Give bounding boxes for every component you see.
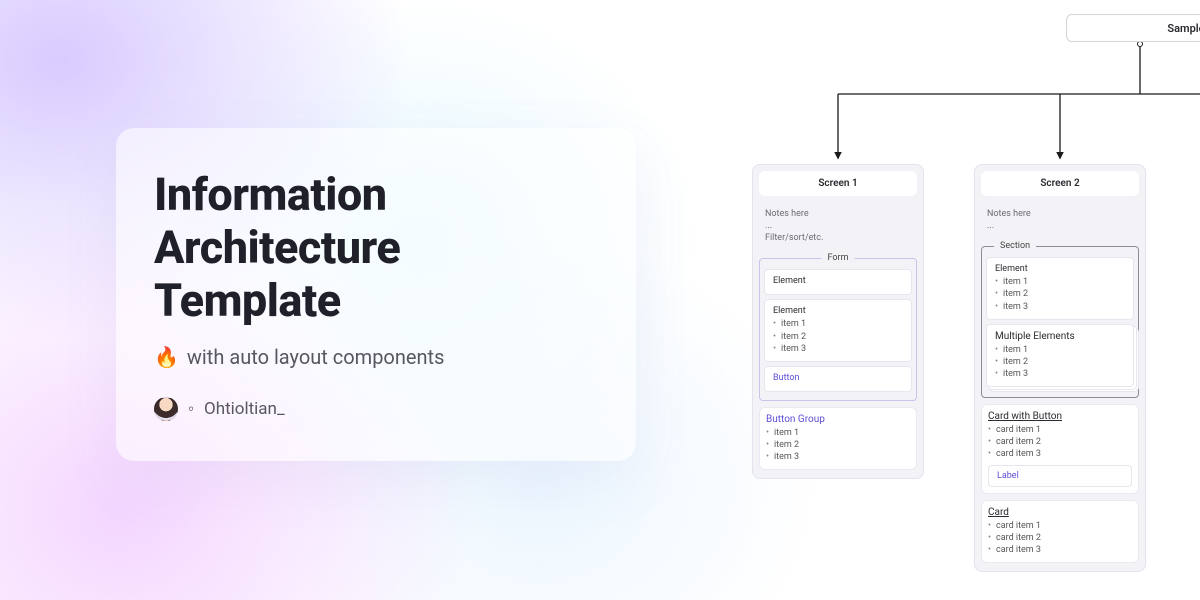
list-item: item 3 — [1003, 368, 1125, 380]
screen-1: Screen 1 Notes here ... Filter/sort/etc.… — [752, 164, 924, 479]
hero-subtitle-text: with auto layout components — [187, 345, 445, 369]
element-label: Element — [773, 276, 903, 286]
multi-elements-stack: Multiple Elements item 1 item 2 item 3 — [986, 324, 1134, 387]
hero-title-line3: Template — [154, 274, 341, 327]
list-item: item 3 — [1003, 301, 1125, 313]
note-line: Notes here — [987, 208, 1133, 220]
list-item: card item 1 — [996, 424, 1132, 436]
form-fieldset: Form Element Element item 1 item 2 item … — [759, 258, 917, 400]
avatar — [154, 397, 178, 421]
form-legend: Form — [822, 253, 855, 263]
button-group-box: Button Group item 1 item 2 item 3 — [759, 407, 917, 470]
list-item: item 2 — [1003, 288, 1125, 300]
list-item: item 1 — [774, 427, 910, 439]
diamond-icon: ◦ — [188, 399, 194, 419]
list-item: item 3 — [781, 343, 903, 355]
element-label: Element — [995, 264, 1125, 274]
card-box: Card card item 1 card item 2 card item 3 — [981, 500, 1139, 563]
element-item-list: item 1 item 2 item 3 — [995, 276, 1125, 312]
list-item: item 2 — [1003, 356, 1125, 368]
list-item: item 2 — [774, 439, 910, 451]
hero-title: Information Architecture Template — [154, 168, 598, 327]
section-legend: Section — [994, 241, 1036, 251]
list-item: card item 1 — [996, 520, 1132, 532]
author-name: Ohtioltian_ — [204, 399, 285, 419]
list-item: card item 3 — [996, 544, 1132, 556]
multi-label: Multiple Elements — [995, 331, 1125, 342]
note-line: Notes here — [765, 208, 911, 220]
note-line: ... — [987, 220, 1133, 232]
card-button-label: Label — [988, 465, 1132, 487]
element-list-box: Element item 1 item 2 item 3 — [764, 299, 912, 361]
element-box: Element — [764, 269, 912, 295]
list-item: item 1 — [1003, 276, 1125, 288]
element-item-list: item 1 item 2 item 3 — [773, 318, 903, 354]
fire-icon: 🔥 — [154, 345, 179, 369]
screen-1-notes: Notes here ... Filter/sort/etc. — [759, 204, 917, 252]
card-item-list: card item 1 card item 2 card item 3 — [988, 520, 1132, 556]
section-element-box: Element item 1 item 2 item 3 — [986, 257, 1134, 319]
multi-item-list: item 1 item 2 item 3 — [995, 344, 1125, 380]
list-item: item 3 — [774, 451, 910, 463]
list-item: item 1 — [781, 318, 903, 330]
note-line: ... — [765, 220, 911, 232]
section-fieldset: Section Element item 1 item 2 item 3 Mul… — [981, 246, 1139, 398]
hero-title-line1: Information — [154, 168, 387, 221]
button-group-list: item 1 item 2 item 3 — [766, 427, 910, 463]
root-node-label: Sample — [1167, 22, 1200, 35]
button-label: Button — [773, 373, 903, 383]
note-line: Filter/sort/etc. — [765, 232, 911, 244]
screen-1-title: Screen 1 — [759, 171, 917, 196]
screen-2: Screen 2 Notes here ... Section Element … — [974, 164, 1146, 572]
author-row: ◦ Ohtioltian_ — [154, 397, 598, 421]
screen-2-title: Screen 2 — [981, 171, 1139, 196]
hero-subtitle: 🔥 with auto layout components — [154, 345, 598, 369]
card-item-list: card item 1 card item 2 card item 3 — [988, 424, 1132, 460]
button-group-label: Button Group — [766, 414, 910, 425]
card-with-button-box: Card with Button card item 1 card item 2… — [981, 404, 1139, 493]
hero-title-line2: Architecture — [154, 221, 400, 274]
screen-2-notes: Notes here ... — [981, 204, 1139, 240]
list-item: card item 2 — [996, 436, 1132, 448]
diagram: Sample Screen 1 Notes here ... Filter/so… — [730, 0, 1200, 600]
hero-card: Information Architecture Template 🔥 with… — [116, 128, 636, 461]
root-node: Sample — [1066, 14, 1200, 42]
list-item: card item 2 — [996, 532, 1132, 544]
element-label: Element — [773, 306, 903, 316]
list-item: item 2 — [781, 331, 903, 343]
list-item: card item 3 — [996, 448, 1132, 460]
list-item: item 1 — [1003, 344, 1125, 356]
card-with-button-label: Card with Button — [988, 411, 1132, 422]
button-box: Button — [764, 366, 912, 392]
card-label: Card — [988, 507, 1132, 518]
